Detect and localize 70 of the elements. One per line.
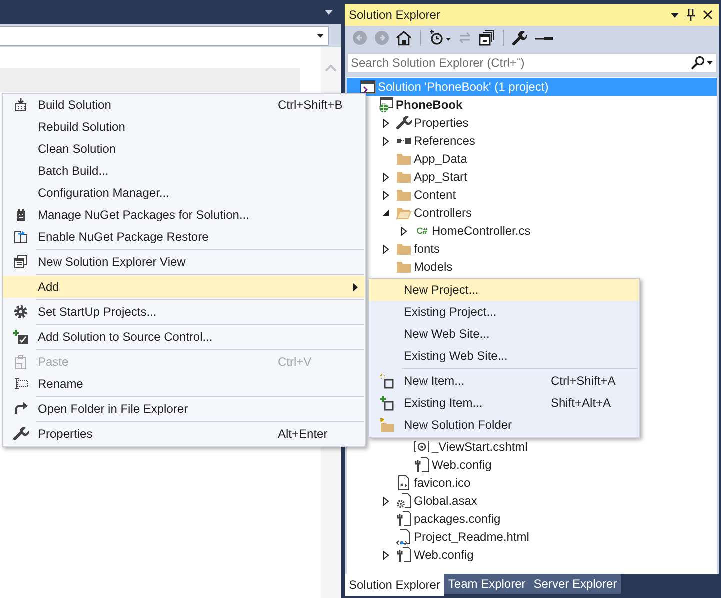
new-folder-icon bbox=[378, 417, 394, 433]
expand-arrow-icon[interactable] bbox=[383, 244, 389, 254]
folder-icon bbox=[396, 259, 412, 275]
menu-item[interactable]: Add bbox=[3, 276, 365, 298]
rename-icon bbox=[12, 376, 28, 392]
folder-icon bbox=[396, 187, 412, 203]
panel-title: Solution Explorer bbox=[349, 8, 442, 22]
menu-item[interactable]: Rename bbox=[3, 373, 365, 395]
config-file-icon bbox=[396, 511, 412, 527]
new-item-icon bbox=[378, 373, 394, 389]
image-file-icon bbox=[396, 475, 412, 491]
config-file-icon bbox=[396, 547, 412, 563]
windows-icon bbox=[12, 254, 28, 270]
tab[interactable]: Solution Explorer bbox=[345, 574, 444, 596]
tree-item[interactable]: Global.asax bbox=[347, 492, 717, 510]
menu-item[interactable]: Add Solution to Source Control... bbox=[3, 326, 365, 348]
web-file-icon bbox=[396, 529, 412, 545]
collapse-arrow-icon[interactable] bbox=[383, 210, 389, 216]
history-icon[interactable] bbox=[429, 30, 451, 46]
settings-file-icon bbox=[396, 493, 412, 509]
menu-item[interactable]: Existing Item... Shift+Alt+A bbox=[369, 392, 639, 414]
tree-item[interactable]: favicon.ico bbox=[347, 474, 717, 492]
search-field[interactable]: Search Solution Explorer (Ctrl+¨) bbox=[347, 53, 717, 73]
clipboard-icon bbox=[12, 354, 28, 370]
web-project-icon bbox=[378, 97, 394, 113]
expand-arrow-icon[interactable] bbox=[383, 496, 389, 506]
csharp-icon: C# bbox=[416, 226, 428, 236]
dropdown-caret-icon bbox=[317, 34, 324, 38]
menu-item[interactable]: Existing Project... bbox=[369, 301, 639, 323]
scroll-up-icon bbox=[325, 65, 337, 72]
add-source-control-icon bbox=[12, 329, 28, 345]
home-icon[interactable] bbox=[396, 30, 412, 46]
folder-icon bbox=[396, 241, 412, 257]
menu-item[interactable]: New Web Site... bbox=[369, 323, 639, 345]
submenu-arrow-icon bbox=[353, 282, 358, 292]
folder-icon bbox=[396, 169, 412, 185]
expand-arrow-icon[interactable] bbox=[383, 550, 389, 560]
wrench-icon bbox=[12, 426, 28, 442]
dropdown-caret-icon bbox=[707, 61, 713, 65]
wrench-icon[interactable] bbox=[512, 30, 528, 46]
build-icon bbox=[12, 97, 28, 113]
dropdown-caret-icon[interactable] bbox=[671, 12, 679, 18]
curved-arrow-icon bbox=[12, 401, 28, 417]
tab[interactable]: Team Explorer bbox=[444, 574, 530, 594]
menu-item[interactable]: Existing Web Site... bbox=[369, 345, 639, 367]
collapse-all-icon[interactable] bbox=[479, 30, 495, 46]
add-item-icon bbox=[378, 395, 394, 411]
tree-item[interactable]: Web.config bbox=[347, 456, 717, 474]
gear-icon bbox=[12, 304, 28, 320]
menu-item[interactable]: Set StartUp Projects... bbox=[3, 301, 365, 323]
razor-file-icon bbox=[414, 439, 430, 455]
open-folder-icon bbox=[396, 205, 412, 221]
menu-item[interactable]: Open Folder in File Explorer bbox=[3, 398, 365, 420]
search-icon bbox=[691, 56, 705, 70]
expand-arrow-icon[interactable] bbox=[401, 226, 407, 236]
package-restore-icon bbox=[12, 229, 28, 245]
dropdown-field[interactable] bbox=[0, 26, 329, 46]
wrench-icon bbox=[396, 115, 412, 131]
pin-icon[interactable] bbox=[687, 9, 695, 21]
close-icon[interactable] bbox=[703, 10, 713, 20]
dropdown-caret-icon bbox=[325, 10, 333, 14]
tab[interactable]: Server Explorer bbox=[530, 574, 622, 594]
tree-item[interactable]: Project_Readme.html bbox=[347, 528, 717, 546]
tree-item[interactable]: packages.config bbox=[347, 510, 717, 528]
menu-item[interactable]: New Project... bbox=[369, 279, 639, 301]
menu-item[interactable]: New Solution Folder bbox=[369, 414, 639, 436]
folder-icon bbox=[396, 151, 412, 167]
config-file-icon bbox=[414, 457, 430, 473]
tree-item[interactable]: Web.config bbox=[347, 546, 717, 564]
menu-item[interactable]: New Item... Ctrl+Shift+A bbox=[369, 370, 639, 392]
